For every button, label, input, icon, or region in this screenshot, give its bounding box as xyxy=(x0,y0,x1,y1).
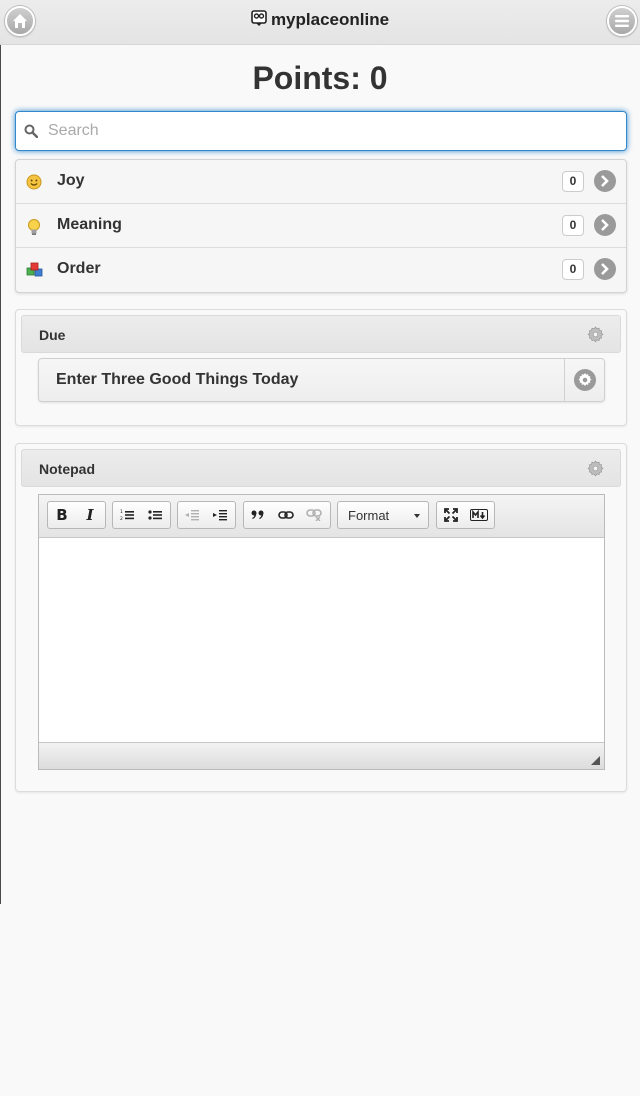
quote-button[interactable] xyxy=(244,502,272,528)
ordered-list-icon: 1 2 xyxy=(120,509,134,521)
notepad-panel: Notepad B I 1 2 Format xyxy=(15,443,627,792)
link-icon xyxy=(278,511,294,519)
app-brand[interactable]: myplaceonline xyxy=(0,10,640,30)
lightbulb-icon xyxy=(28,219,40,235)
due-item[interactable]: Enter Three Good Things Today xyxy=(38,358,605,402)
due-panel-title: Due xyxy=(39,327,66,343)
due-item-label: Enter Three Good Things Today xyxy=(56,371,299,388)
format-dropdown-label: Format xyxy=(348,508,390,523)
list-item-joy[interactable]: Joy 0 xyxy=(16,160,626,204)
list-item-label: Meaning xyxy=(57,216,122,233)
ordered-list-button[interactable]: 1 2 xyxy=(113,502,141,528)
gear-icon[interactable] xyxy=(587,326,604,343)
view-group xyxy=(436,501,495,529)
outdent-button[interactable] xyxy=(178,502,206,528)
list-item-meaning[interactable]: Meaning 0 xyxy=(16,204,626,248)
resize-handle-icon[interactable] xyxy=(591,756,600,765)
smiley-icon xyxy=(26,174,42,190)
search-icon xyxy=(24,124,38,138)
link-button[interactable] xyxy=(272,502,300,528)
count-badge: 0 xyxy=(562,259,584,280)
fullscreen-button[interactable] xyxy=(437,502,465,528)
search-input[interactable] xyxy=(46,118,616,144)
caret-down-icon xyxy=(414,514,420,518)
unordered-list-button[interactable] xyxy=(141,502,169,528)
gear-icon[interactable] xyxy=(587,460,604,477)
notepad-panel-header[interactable]: Notepad xyxy=(21,449,621,487)
chevron-right-icon xyxy=(594,258,616,280)
indent-icon xyxy=(213,510,227,521)
due-item-settings-button[interactable] xyxy=(564,359,604,401)
hamburger-menu-icon xyxy=(615,15,629,27)
format-dropdown[interactable]: Format xyxy=(337,501,429,529)
text-style-group: B I xyxy=(47,501,106,529)
notepad-panel-title: Notepad xyxy=(39,461,95,477)
brand-name: myplaceonline xyxy=(270,10,390,29)
quote-icon xyxy=(251,510,264,519)
editor-statusbar xyxy=(39,742,604,769)
markdown-editor: B I 1 2 Format xyxy=(38,494,605,770)
list-group: 1 2 xyxy=(112,501,171,529)
markdown-icon xyxy=(470,509,488,521)
chevron-right-icon xyxy=(594,170,616,192)
menu-button[interactable] xyxy=(607,6,637,36)
italic-button[interactable]: I xyxy=(76,502,104,528)
list-item-label: Joy xyxy=(57,172,85,189)
outdent-icon xyxy=(185,510,199,521)
count-badge: 0 xyxy=(562,215,584,236)
fullscreen-icon xyxy=(444,508,458,522)
search-box[interactable] xyxy=(15,111,627,151)
owl-logo-icon xyxy=(251,10,267,26)
chevron-right-icon xyxy=(594,214,616,236)
unordered-list-icon xyxy=(148,510,162,520)
gear-icon xyxy=(573,369,596,391)
notepad-textarea[interactable] xyxy=(39,538,604,742)
indent-button[interactable] xyxy=(206,502,234,528)
count-badge: 0 xyxy=(562,171,584,192)
insert-group xyxy=(243,501,331,529)
left-border xyxy=(0,0,1,904)
points-heading: Points: 0 xyxy=(252,60,388,96)
indent-group xyxy=(177,501,236,529)
markdown-preview-button[interactable] xyxy=(465,502,493,528)
svg-text:1: 1 xyxy=(120,509,123,515)
due-panel-header[interactable]: Due xyxy=(21,315,621,353)
list-item-order[interactable]: Order 0 xyxy=(16,248,626,292)
category-list: Joy 0 Meaning 0 Order 0 xyxy=(15,159,627,293)
app-header: myplaceonline xyxy=(0,0,640,45)
unlink-button[interactable] xyxy=(300,502,328,528)
list-item-label: Order xyxy=(57,260,101,277)
blocks-icon xyxy=(26,262,43,277)
svg-text:2: 2 xyxy=(120,516,123,521)
editor-toolbar: B I 1 2 Format xyxy=(39,495,604,538)
bold-button[interactable]: B xyxy=(48,502,76,528)
due-panel: Due Enter Three Good Things Today xyxy=(15,309,627,426)
unlink-icon xyxy=(306,509,322,521)
